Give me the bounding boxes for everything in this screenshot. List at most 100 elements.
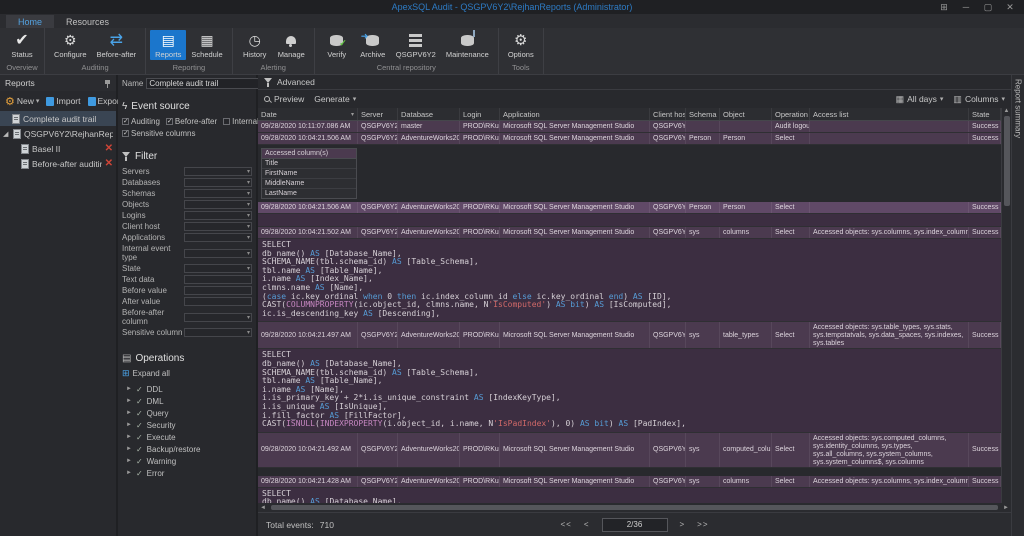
cell-schema: sys bbox=[686, 227, 720, 238]
schedule-button[interactable]: Schedule bbox=[186, 30, 227, 60]
next-page-button[interactable]: > bbox=[680, 520, 686, 529]
expand-caret-icon[interactable]: ► bbox=[126, 386, 132, 392]
import-button[interactable]: Import bbox=[46, 96, 81, 106]
reports-button[interactable]: Reports bbox=[150, 30, 187, 60]
operation-warning[interactable]: ► ✓ Warning bbox=[122, 455, 252, 467]
databases-dropdown[interactable]: ▾ bbox=[184, 178, 252, 187]
expand-caret-icon[interactable]: ► bbox=[126, 446, 132, 452]
cell-object: table_types bbox=[720, 322, 772, 349]
vertical-scroll-thumb[interactable] bbox=[1003, 116, 1010, 206]
advanced-button[interactable]: Advanced bbox=[277, 77, 315, 87]
scroll-left-icon[interactable]: ◄ bbox=[258, 505, 268, 511]
checkbox-auditing[interactable]: ✓ Auditing bbox=[122, 117, 160, 126]
cell-database: AdventureWorks2017 bbox=[398, 432, 460, 467]
logins-dropdown[interactable]: ▾ bbox=[184, 211, 252, 220]
operation-error[interactable]: ► ✓ Error bbox=[122, 467, 252, 479]
report-summary-tab[interactable]: Report summary bbox=[1014, 79, 1023, 138]
close-icon[interactable]: ✕ bbox=[1004, 2, 1016, 13]
schemas-dropdown[interactable]: ▾ bbox=[184, 189, 252, 198]
horizontal-scrollbar[interactable]: ◄ ► bbox=[258, 503, 1011, 512]
manage-button[interactable]: Manage bbox=[273, 30, 310, 60]
operation-backup-restore[interactable]: ► ✓ Backup/restore bbox=[122, 443, 252, 455]
history-button[interactable]: History bbox=[237, 30, 273, 60]
prev-page-button[interactable]: < bbox=[584, 520, 590, 529]
columns-button[interactable]: Columns ▾ bbox=[953, 94, 1005, 105]
operation-execute[interactable]: ► ✓ Execute bbox=[122, 431, 252, 443]
event-row[interactable]: 09/28/2020 10:04:21.506 AM QSGPV6Y2 Advent… bbox=[258, 202, 1001, 214]
before-value-input[interactable] bbox=[184, 286, 252, 295]
verify-db-icon bbox=[326, 31, 348, 49]
verify-button[interactable]: Verify bbox=[319, 30, 355, 60]
operation-query[interactable]: ► ✓ Query bbox=[122, 407, 252, 419]
checkbox-before-after[interactable]: ✓ Before-after bbox=[165, 117, 217, 126]
state-dropdown[interactable]: ▾ bbox=[184, 264, 252, 273]
tree-item-qsgpv6y2-rejhanreports[interactable]: ◢ QSGPV6Y2\RejhanReports bbox=[0, 126, 116, 141]
servers-dropdown[interactable]: ▾ bbox=[184, 167, 252, 176]
ribbon-button-label: Options bbox=[507, 50, 534, 59]
expand-caret-icon[interactable]: ► bbox=[126, 398, 132, 404]
sensitive-column-dropdown[interactable]: ▾ bbox=[184, 328, 252, 337]
preview-button[interactable]: Preview bbox=[264, 94, 304, 104]
new-report-button[interactable]: New ▾ bbox=[5, 95, 40, 108]
before-after-button[interactable]: Before-after bbox=[92, 30, 142, 60]
client-host-dropdown[interactable]: ▾ bbox=[184, 222, 252, 231]
event-row[interactable]: 09/28/2020 10:04:21.502 AM QSGPV6Y2 Advent… bbox=[258, 227, 1001, 239]
options-button[interactable]: Options bbox=[503, 30, 539, 60]
checkbox-sensitive-columns[interactable]: ✓ Sensitive columns bbox=[122, 129, 195, 138]
scroll-right-icon[interactable]: ► bbox=[1001, 505, 1011, 511]
applications-dropdown[interactable]: ▾ bbox=[184, 233, 252, 242]
cell-login: PROD\RKuc bbox=[460, 133, 500, 144]
first-page-button[interactable]: << bbox=[560, 520, 571, 529]
vertical-scrollbar[interactable]: ▲ bbox=[1001, 108, 1011, 503]
all-days-button[interactable]: All days ▾ bbox=[896, 94, 943, 105]
event-row[interactable]: 09/28/2020 10:11:07.086 AM QSGPV6Y2 master… bbox=[258, 121, 1001, 133]
qsgpv6y2-button[interactable]: QSGPV6Y2 bbox=[391, 30, 441, 60]
operation-dml[interactable]: ► ✓ DML bbox=[122, 395, 252, 407]
before-after-column-dropdown[interactable]: ▾ bbox=[184, 312, 252, 322]
tab-home[interactable]: Home bbox=[6, 15, 55, 28]
configure-button[interactable]: Configure bbox=[49, 30, 92, 60]
chevron-down-icon: ▾ bbox=[352, 96, 357, 103]
event-row[interactable]: 09/28/2020 10:04:21.497 AM QSGPV6Y2 Advent… bbox=[258, 322, 1001, 350]
internal-event-type-dropdown[interactable]: ▾ bbox=[184, 248, 252, 258]
export-button[interactable]: Export bbox=[87, 96, 122, 106]
minimize-icon[interactable]: ─ bbox=[960, 2, 972, 13]
archive-button[interactable]: Archive bbox=[355, 30, 391, 60]
generate-button[interactable]: Generate ▾ bbox=[314, 94, 356, 104]
tree-item-before-after-auditing[interactable]: Before-after auditing ✕ bbox=[0, 156, 116, 171]
checkbox-internal[interactable]: Internal bbox=[223, 117, 259, 126]
operation-ddl[interactable]: ► ✓ DDL bbox=[122, 383, 252, 395]
cell-state: Success bbox=[969, 227, 1001, 238]
expanded-caret-icon[interactable]: ◢ bbox=[3, 130, 10, 138]
objects-dropdown[interactable]: ▾ bbox=[184, 200, 252, 209]
expand-caret-icon[interactable]: ► bbox=[126, 470, 132, 476]
restore-icon[interactable]: ▢ bbox=[982, 2, 994, 13]
horizontal-scroll-thumb[interactable] bbox=[270, 505, 999, 510]
tree-item-complete-audit-trail[interactable]: Complete audit trail bbox=[0, 111, 116, 126]
expand-caret-icon[interactable]: ► bbox=[126, 434, 132, 440]
expand-caret-icon[interactable]: ► bbox=[126, 422, 132, 428]
delete-report-icon[interactable]: ✕ bbox=[105, 158, 113, 169]
event-row[interactable]: 09/28/2020 10:04:21.428 AM QSGPV6Y2 Advent… bbox=[258, 475, 1001, 488]
delete-report-icon[interactable]: ✕ bbox=[105, 143, 113, 154]
expand-caret-icon[interactable]: ► bbox=[126, 410, 132, 416]
expand-icon[interactable]: ⊞ bbox=[938, 2, 950, 13]
tree-item-basel-ii[interactable]: Basel II ✕ bbox=[0, 141, 116, 156]
page-number-input[interactable] bbox=[601, 517, 668, 532]
last-page-button[interactable]: >> bbox=[697, 520, 708, 529]
event-row[interactable]: 09/28/2020 10:04:21.506 AM QSGPV6Y2 Advent… bbox=[258, 133, 1001, 145]
event-row[interactable]: 09/28/2020 10:04:21.492 AM QSGPV6Y2 Advent… bbox=[258, 432, 1001, 468]
status-button[interactable]: Status bbox=[4, 30, 40, 60]
tab-resources[interactable]: Resources bbox=[54, 15, 121, 28]
filter-row-after-value: After value bbox=[122, 297, 252, 306]
after-value-input[interactable] bbox=[184, 297, 252, 306]
cell-login: PROD\RKuc bbox=[460, 202, 500, 213]
expand-all-button[interactable]: Expand all bbox=[122, 368, 252, 379]
expand-caret-icon[interactable]: ► bbox=[126, 458, 132, 464]
report-name-input[interactable] bbox=[146, 78, 263, 89]
scroll-up-icon[interactable]: ▲ bbox=[1004, 108, 1010, 114]
pin-icon[interactable] bbox=[104, 79, 111, 88]
operation-security[interactable]: ► ✓ Security bbox=[122, 419, 252, 431]
maintenance-button[interactable]: Maintenance bbox=[441, 30, 494, 60]
text-data-input[interactable] bbox=[184, 275, 252, 284]
